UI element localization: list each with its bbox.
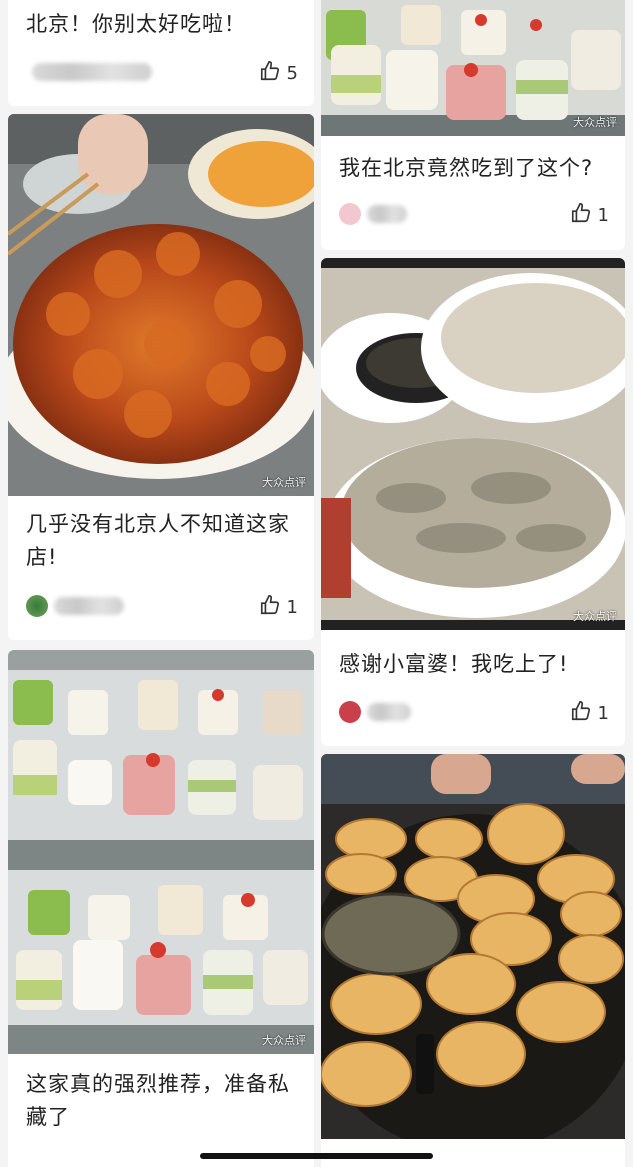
card-title: 这家真的强烈推荐，准备私藏了 (26, 1072, 290, 1129)
card-title: 北京！你别太好吃啦！ (26, 12, 246, 36)
author-name-blurred (367, 205, 407, 223)
thumbs-up-icon (259, 60, 287, 87)
like-button[interactable]: 5 (259, 60, 298, 87)
card-title: 我在北京竟然吃到了这个? (339, 156, 594, 180)
avatar (339, 203, 361, 225)
avatar (26, 595, 48, 617)
like-button[interactable]: 1 (259, 594, 298, 621)
like-count: 1 (286, 597, 298, 618)
like-button[interactable]: 1 (570, 202, 609, 229)
author-name-blurred (54, 597, 124, 615)
food-photo-chicken[interactable]: 大众点评 (8, 114, 314, 496)
food-photo-buns[interactable] (321, 754, 625, 1139)
avatar (339, 701, 361, 723)
like-count: 5 (286, 63, 298, 84)
home-indicator[interactable] (200, 1153, 433, 1159)
watermark: 大众点评 (262, 476, 306, 489)
author[interactable] (339, 202, 407, 226)
card-title: 感谢小富婆！我吃上了! (339, 652, 569, 676)
feed-card-5[interactable]: 大众点评 这家真的强烈推荐，准备私藏了 (8, 650, 314, 1167)
feed-card-3[interactable]: 大众点评 几乎没有北京人不知道这家店! 1 (8, 114, 314, 640)
feed-card-2[interactable]: 大众点评 我在北京竟然吃到了这个? 1 (321, 0, 625, 250)
feed-card-4[interactable]: 大众点评 感谢小富婆！我吃上了! 1 (321, 258, 625, 746)
food-photo-tripe[interactable]: 大众点评 (321, 258, 625, 630)
card-title: 几乎没有北京人不知道这家店! (26, 512, 290, 569)
like-count: 1 (597, 703, 609, 724)
feed-card-1[interactable]: 北京！你别太好吃啦！ 5 (8, 0, 314, 106)
watermark: 大众点评 (573, 610, 617, 623)
thumbs-up-icon (570, 202, 598, 229)
author-name-blurred (367, 703, 411, 721)
food-photo-cakes-top[interactable]: 大众点评 (321, 0, 625, 136)
author[interactable] (26, 594, 124, 618)
author[interactable] (26, 60, 152, 84)
like-count: 1 (597, 205, 609, 226)
watermark: 大众点评 (573, 116, 617, 129)
thumbs-up-icon (259, 594, 287, 621)
author-name-blurred (32, 63, 152, 81)
thumbs-up-icon (570, 700, 598, 727)
author[interactable] (339, 700, 411, 724)
food-photo-cakes[interactable]: 大众点评 (8, 650, 314, 1054)
feed-card-6[interactable] (321, 754, 625, 1167)
like-button[interactable]: 1 (570, 700, 609, 727)
watermark: 大众点评 (262, 1034, 306, 1047)
